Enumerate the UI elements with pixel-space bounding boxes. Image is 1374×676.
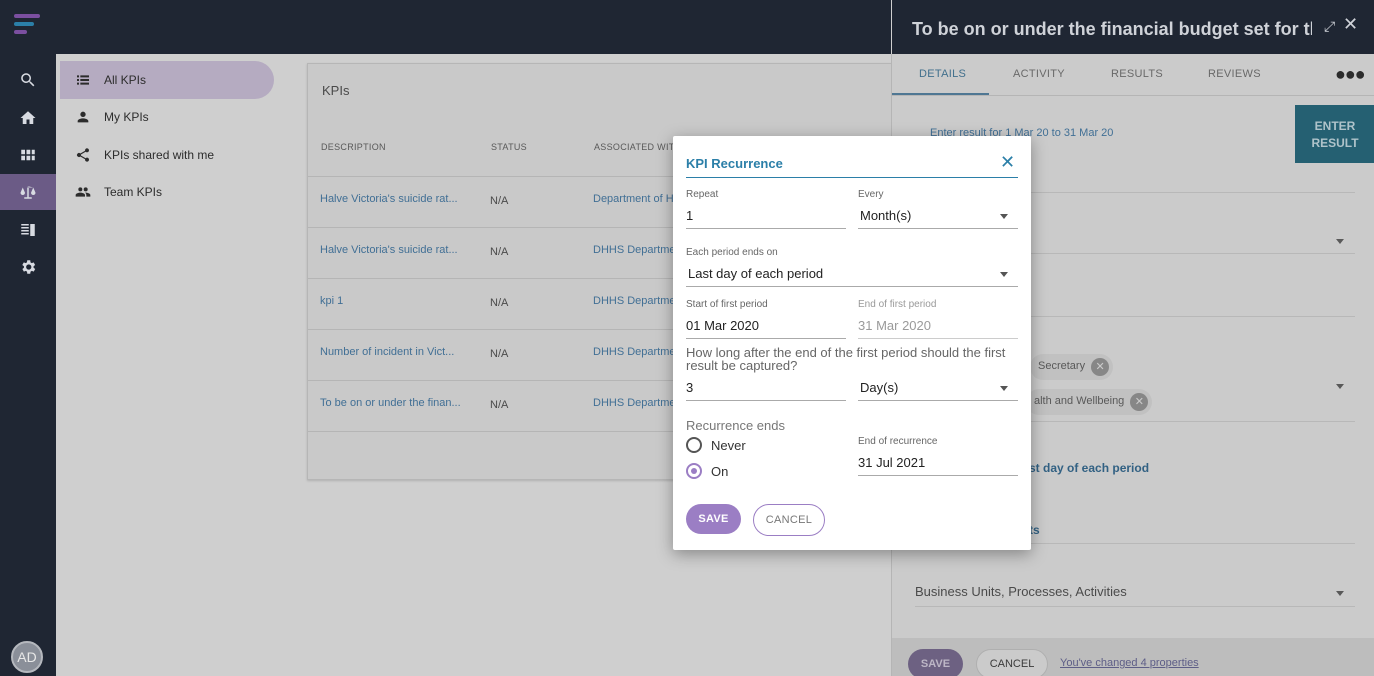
kpi-recurrence-dialog: KPI Recurrence ✕ Repeat 1 Every Month(s)… xyxy=(673,136,1031,550)
close-icon[interactable]: ✕ xyxy=(1000,153,1015,171)
detail-panel-title: To be on or under the financial budget s… xyxy=(912,19,1312,39)
every-label: Every xyxy=(858,189,884,200)
start-period-label: Start of first period xyxy=(686,299,768,310)
chevron-down-icon[interactable] xyxy=(1000,214,1008,219)
app-rail: AD xyxy=(0,0,56,676)
capture-delay-question: How long after the end of the first peri… xyxy=(686,345,1006,373)
never-radio[interactable] xyxy=(686,437,702,453)
period-end-label: Each period ends on xyxy=(686,247,778,258)
close-icon[interactable]: ✕ xyxy=(1343,14,1358,35)
save-button[interactable]: SAVE xyxy=(686,504,741,534)
dashboard-icon[interactable] xyxy=(0,137,56,173)
repeat-underline xyxy=(686,228,846,229)
report-icon[interactable] xyxy=(0,212,56,248)
never-label[interactable]: Never xyxy=(711,438,746,453)
repeat-label: Repeat xyxy=(686,189,719,200)
cancel-button[interactable]: CANCEL xyxy=(753,504,825,536)
end-of-recurrence-underline xyxy=(858,475,1018,476)
period-end-select[interactable]: Last day of each period xyxy=(688,266,823,281)
every-select[interactable]: Month(s) xyxy=(860,208,911,223)
capture-delay-unit-underline xyxy=(858,400,1018,401)
user-avatar[interactable]: AD xyxy=(11,641,43,673)
search-icon[interactable] xyxy=(0,62,56,98)
top-bar xyxy=(56,0,891,54)
home-icon[interactable] xyxy=(0,100,56,136)
period-end-underline xyxy=(686,286,1018,287)
expand-icon[interactable]: ⤢ xyxy=(1324,18,1335,35)
end-of-recurrence-input[interactable]: 31 Jul 2021 xyxy=(858,455,925,470)
start-period-underline xyxy=(686,338,846,339)
scale-kpi-icon[interactable] xyxy=(0,174,56,210)
start-period-input[interactable]: 01 Mar 2020 xyxy=(686,318,759,333)
capture-delay-underline xyxy=(686,400,846,401)
on-label[interactable]: On xyxy=(711,464,728,479)
chevron-down-icon[interactable] xyxy=(1000,386,1008,391)
end-period-underline xyxy=(858,338,1018,339)
end-period-value: 31 Mar 2020 xyxy=(858,318,931,333)
every-underline xyxy=(858,228,1018,229)
end-period-label: End of first period xyxy=(858,299,937,310)
end-of-recurrence-label: End of recurrence xyxy=(858,436,938,447)
chevron-down-icon[interactable] xyxy=(1000,272,1008,277)
app-logo[interactable] xyxy=(14,14,42,40)
settings-icon[interactable] xyxy=(0,249,56,285)
dialog-title: KPI Recurrence xyxy=(686,156,783,171)
detail-panel-header: To be on or under the financial budget s… xyxy=(892,0,1374,54)
capture-delay-unit-select[interactable]: Day(s) xyxy=(860,380,898,395)
repeat-input[interactable]: 1 xyxy=(686,208,693,223)
title-divider xyxy=(686,177,1018,178)
recurrence-ends-label: Recurrence ends xyxy=(686,418,785,433)
on-radio[interactable] xyxy=(686,463,702,479)
capture-delay-input[interactable]: 3 xyxy=(686,380,693,395)
